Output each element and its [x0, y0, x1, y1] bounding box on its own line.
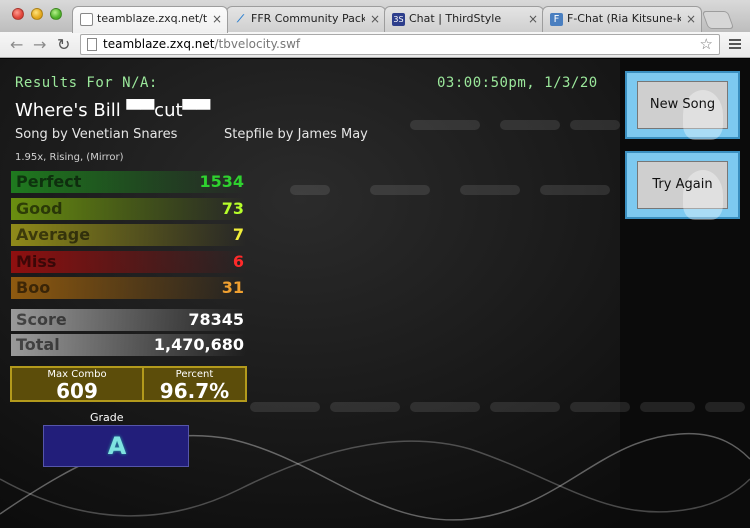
- lane-dash: [640, 402, 695, 412]
- stat-boo: Boo 31: [11, 277, 246, 299]
- stepfile-author: Stepfile by James May: [224, 127, 368, 142]
- button-face: New Song: [637, 81, 728, 140]
- grade-box: A: [43, 425, 189, 467]
- back-icon[interactable]: ←: [10, 35, 23, 55]
- lane-dash: [330, 402, 400, 412]
- lane-dash: [410, 120, 480, 130]
- stat-label: Perfect: [16, 172, 82, 191]
- stat-label: Miss: [16, 252, 57, 271]
- tab-label: teamblaze.zxq.net/tbvelo: [97, 12, 207, 25]
- stat-value: 1,470,680: [153, 335, 244, 354]
- address-bar[interactable]: teamblaze.zxq.net/tbvelocity.swf ☆: [80, 34, 720, 55]
- forward-icon[interactable]: →: [33, 35, 46, 55]
- tab-label: Chat | ThirdStyle: [409, 12, 502, 25]
- stat-average: Average 7: [11, 224, 246, 246]
- lane-dash: [705, 402, 745, 412]
- lane-dash: [540, 185, 610, 195]
- stat-good: Good 73: [11, 198, 246, 220]
- grade-label: Grade: [90, 411, 124, 424]
- stat-label: Average: [16, 225, 91, 244]
- stat-value: 1534: [199, 172, 244, 191]
- stat-label: Boo: [16, 278, 51, 297]
- results-header: Results For N/A:: [15, 75, 158, 91]
- stat-label: Good: [16, 199, 63, 218]
- url-path: /tbvelocity.swf: [214, 37, 301, 51]
- close-icon[interactable]: ×: [370, 7, 380, 31]
- tab-fchat[interactable]: F F-Chat (Ria Kitsune-kun) ×: [542, 6, 702, 32]
- page-icon: [80, 13, 93, 26]
- stat-value: 7: [232, 225, 244, 244]
- reload-icon[interactable]: ↻: [57, 35, 70, 55]
- tab-teamblaze[interactable]: teamblaze.zxq.net/tbvelo ×: [72, 6, 228, 33]
- minimize-window-button[interactable]: [31, 8, 43, 20]
- browser-tab-bar: teamblaze.zxq.net/tbvelo × ⟋ FFR Communi…: [0, 0, 750, 33]
- lane-dash: [570, 402, 630, 412]
- lane-dash: [250, 402, 320, 412]
- stat-miss: Miss 6: [11, 251, 246, 273]
- close-window-button[interactable]: [12, 8, 24, 20]
- button-face: Try Again: [637, 161, 728, 220]
- page-icon: [87, 38, 97, 51]
- stat-total: Total 1,470,680: [11, 334, 246, 356]
- lane-dash: [570, 120, 620, 130]
- song-title: Where's Bill ▀▀cut▀▀: [15, 100, 211, 121]
- tab-ffr-community-pack[interactable]: ⟋ FFR Community Pack 4 R ×: [226, 6, 386, 32]
- song-modifiers: 1.95x, Rising, (Mirror): [15, 152, 124, 163]
- combo-percent-box: Max Combo 609 Percent 96.7%: [10, 366, 247, 403]
- ffr-icon: ⟋: [237, 14, 244, 25]
- stat-value: 73: [221, 199, 244, 218]
- url-text: teamblaze.zxq.net/tbvelocity.swf: [103, 37, 300, 51]
- tab-label: FFR Community Pack 4 R: [251, 12, 365, 25]
- browser-toolbar: ← → ↻ teamblaze.zxq.net/tbvelocity.swf ☆: [0, 32, 750, 58]
- lane-dash: [500, 120, 560, 130]
- tab-thirdstyle-chat[interactable]: 3S Chat | ThirdStyle ×: [384, 6, 544, 32]
- bookmark-star-icon[interactable]: ☆: [700, 35, 713, 54]
- game-canvas[interactable]: Results For N/A: 03:00:50pm, 1/3/20 Wher…: [0, 59, 750, 528]
- stat-value: 31: [221, 278, 244, 297]
- try-again-label: Try Again: [652, 177, 713, 192]
- new-song-label: New Song: [649, 97, 716, 112]
- stat-label: Score: [16, 310, 67, 329]
- tab-label: F-Chat (Ria Kitsune-kun): [567, 12, 681, 25]
- lane-dash: [410, 402, 480, 412]
- max-combo-value: 609: [56, 379, 98, 403]
- results-timestamp: 03:00:50pm, 1/3/20: [437, 75, 598, 91]
- stat-value: 6: [232, 252, 244, 271]
- try-again-button[interactable]: Try Again: [625, 151, 740, 220]
- song-artist: Song by Venetian Snares: [15, 127, 178, 142]
- lane-dash: [290, 185, 330, 195]
- fchat-icon: F: [550, 13, 563, 26]
- lane-dash: [370, 185, 430, 195]
- lane-dash: [460, 185, 520, 195]
- thirdstyle-icon: 3S: [392, 13, 405, 26]
- close-icon[interactable]: ×: [528, 7, 538, 31]
- stat-label: Total: [16, 335, 60, 354]
- stat-perfect: Perfect 1534: [11, 171, 246, 193]
- new-song-button[interactable]: New Song: [625, 71, 740, 140]
- close-icon[interactable]: ×: [212, 7, 222, 31]
- grade-letter: A: [107, 432, 127, 460]
- stat-value: 78345: [188, 310, 244, 329]
- close-icon[interactable]: ×: [686, 7, 696, 31]
- percent-value: 96.7%: [159, 379, 230, 403]
- url-host: teamblaze.zxq.net: [103, 37, 215, 51]
- new-tab-button[interactable]: [701, 11, 735, 29]
- zoom-window-button[interactable]: [50, 8, 62, 20]
- stat-score: Score 78345: [11, 309, 246, 331]
- lane-dash: [490, 402, 560, 412]
- menu-icon[interactable]: [729, 39, 741, 51]
